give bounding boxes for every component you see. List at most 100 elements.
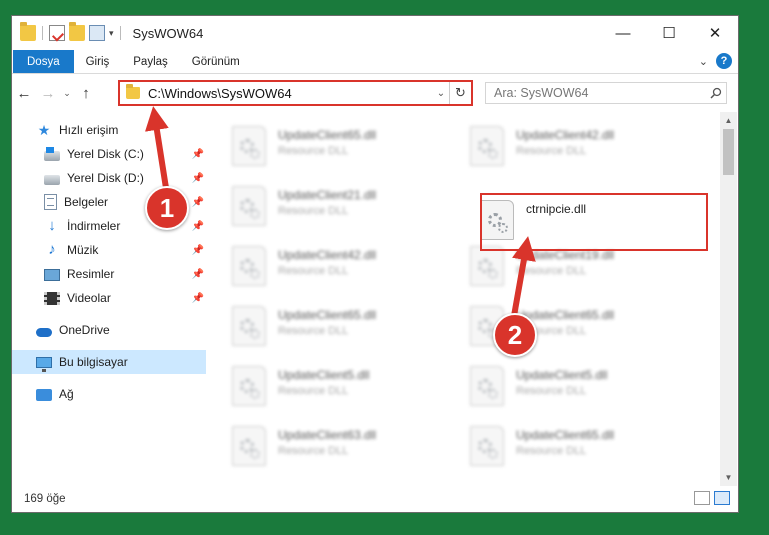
file-tile[interactable]: UpdateClient65.dll Resource DLL (470, 422, 700, 472)
item-count: 169 öğe (24, 493, 66, 505)
file-type: Resource DLL (516, 445, 587, 457)
dll-file-icon (470, 366, 504, 406)
file-tile[interactable]: UpdateClient65.dll Resource DLL (232, 122, 462, 172)
address-path[interactable]: C:\Windows\SysWOW64 (148, 86, 433, 101)
pin-icon[interactable]: 📌 (192, 173, 204, 184)
title-bar: ▾ SysWOW64 — ☐ ✕ (12, 16, 738, 50)
file-tile[interactable]: UpdateClient42.dll Resource DLL (232, 242, 462, 292)
nav-label: Yerel Disk (D:) (67, 171, 144, 185)
file-tile[interactable]: UpdateClient65.dll Resource DLL (232, 302, 462, 352)
scrollbar-thumb[interactable] (723, 129, 734, 175)
file-name: UpdateClient21.dll (278, 188, 377, 202)
search-input[interactable] (494, 86, 706, 100)
dll-file-icon (232, 186, 266, 226)
pin-icon[interactable]: 📌 (192, 149, 204, 160)
pin-icon[interactable]: 📌 (192, 293, 204, 304)
pin-icon[interactable]: 📌 (192, 269, 204, 280)
new-folder-icon[interactable] (69, 22, 85, 41)
help-button[interactable]: ? (716, 53, 732, 69)
nav-item-drive-d[interactable]: Yerel Disk (D:) 📌 (12, 166, 206, 190)
file-name: UpdateClient5.dll (516, 368, 608, 382)
address-bar[interactable]: C:\Windows\SysWOW64 ⌄ ↻ (118, 80, 473, 106)
file-type: Resource DLL (516, 265, 587, 277)
nav-label: OneDrive (59, 323, 110, 337)
nav-label: Hızlı erişim (59, 123, 119, 137)
dll-file-icon (232, 426, 266, 466)
nav-item-this-pc[interactable]: Bu bilgisayar (12, 350, 206, 374)
file-type: Resource DLL (516, 385, 587, 397)
pin-icon[interactable]: 📌 (192, 221, 204, 232)
file-name: UpdateClient42.dll (278, 248, 377, 262)
network-icon (36, 389, 52, 401)
file-type: Resource DLL (278, 325, 349, 337)
file-tile[interactable]: UpdateClient42.dll Resource DLL (470, 122, 700, 172)
toolbar-separator (42, 26, 43, 40)
tab-file[interactable]: Dosya (13, 50, 74, 73)
maximize-button[interactable]: ☐ (646, 16, 692, 50)
file-type: Resource DLL (278, 265, 349, 277)
details-view-icon[interactable] (694, 491, 710, 505)
file-type: Resource DLL (278, 145, 349, 157)
file-name: UpdateClient42.dll (516, 128, 615, 142)
chevron-down-icon[interactable]: ▾ (109, 28, 114, 39)
folder-icon (20, 22, 36, 41)
back-button[interactable]: ← (12, 85, 36, 102)
scroll-up-icon[interactable]: ▲ (720, 112, 737, 129)
view-switcher (694, 491, 730, 505)
music-icon: ♪ (48, 241, 56, 258)
recent-locations-icon[interactable]: ⌄ (60, 88, 74, 99)
file-type: Resource DLL (278, 205, 349, 217)
file-tile[interactable]: UpdateClient5.dll Resource DLL (232, 362, 462, 412)
file-name: UpdateClient65.dll (516, 428, 615, 442)
dll-file-icon (232, 366, 266, 406)
file-name: UpdateClient5.dll (278, 368, 370, 382)
view-icon[interactable] (89, 25, 105, 41)
nav-quick-access[interactable]: ★ Hızlı erişim (12, 118, 206, 142)
properties-icon[interactable] (49, 25, 65, 41)
dll-file-icon (470, 246, 504, 286)
forward-button[interactable]: → (36, 85, 60, 102)
up-button[interactable]: ↑ (74, 85, 98, 102)
tab-view[interactable]: Görünüm (180, 50, 252, 73)
minimize-button[interactable]: — (600, 16, 646, 50)
dll-file-icon (470, 426, 504, 466)
annotation-badge-2: 2 (493, 313, 537, 357)
search-box[interactable] (485, 82, 727, 104)
vertical-scrollbar[interactable]: ▲ ▼ (720, 112, 737, 486)
expand-ribbon-icon[interactable]: ⌄ (699, 55, 708, 68)
file-list: UpdateClient65.dll Resource DLL UpdateCli… (208, 112, 720, 486)
pin-icon[interactable]: 📌 (192, 245, 204, 256)
nav-item-music[interactable]: ♪ Müzik 📌 (12, 238, 206, 262)
file-type: Resource DLL (278, 445, 349, 457)
tab-share[interactable]: Paylaş (121, 50, 180, 73)
dll-file-icon (470, 126, 504, 166)
search-icon[interactable] (706, 87, 726, 99)
window-title: SysWOW64 (132, 25, 204, 41)
tab-home[interactable]: Giriş (74, 50, 122, 73)
nav-item-videos[interactable]: Videolar 📌 (12, 286, 206, 310)
nav-label: İndirmeler (67, 219, 121, 233)
nav-item-network[interactable]: Ağ (12, 382, 206, 406)
file-tile[interactable]: UpdateClient5.dll Resource DLL (470, 362, 700, 412)
nav-item-drive-c[interactable]: Yerel Disk (C:) 📌 (12, 142, 206, 166)
computer-icon (36, 357, 52, 372)
nav-label: Videolar (67, 291, 111, 305)
scroll-down-icon[interactable]: ▼ (720, 469, 737, 486)
refresh-button[interactable]: ↻ (449, 82, 471, 104)
file-tile[interactable]: UpdateClient63.dll Resource DLL (232, 422, 462, 472)
close-button[interactable]: ✕ (692, 16, 738, 50)
nav-item-pictures[interactable]: Resimler 📌 (12, 262, 206, 286)
nav-label: Belgeler (64, 195, 109, 209)
address-dropdown-icon[interactable]: ⌄ (433, 88, 449, 99)
file-name: UpdateClient63.dll (278, 428, 377, 442)
folder-icon (126, 84, 140, 99)
toolbar-separator (119, 26, 121, 40)
quick-access-toolbar: ▾ (20, 22, 123, 41)
pin-icon[interactable]: 📌 (192, 197, 204, 208)
file-tile[interactable]: UpdateClient21.dll Resource DLL (232, 182, 462, 232)
dll-file-icon (232, 306, 266, 346)
nav-item-onedrive[interactable]: OneDrive (12, 318, 206, 342)
dll-file-icon (232, 126, 266, 166)
large-icons-view-icon[interactable] (714, 491, 730, 505)
nav-label: Bu bilgisayar (59, 355, 128, 369)
